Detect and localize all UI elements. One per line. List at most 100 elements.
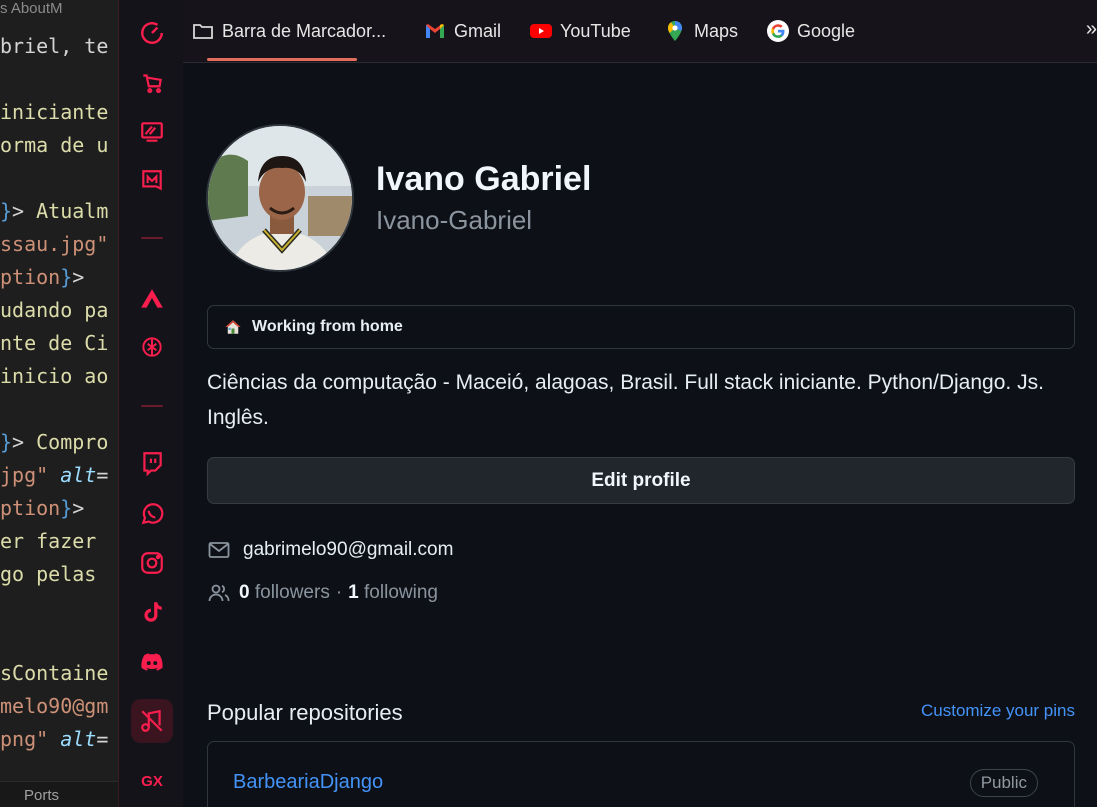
code-token: >: [72, 265, 85, 289]
code-token: briel, te: [0, 34, 109, 58]
discord-icon[interactable]: [137, 647, 167, 677]
aria-icon[interactable]: [137, 284, 167, 314]
maps-icon: [668, 21, 682, 41]
profile-bio: Ciências da computação - Maceió, alagoas…: [207, 371, 1044, 429]
visibility-badge: Public: [969, 769, 1038, 797]
code-line: ption}>: [0, 265, 84, 289]
folder-icon: [193, 24, 213, 39]
separator-dot: ·: [335, 582, 343, 603]
editor-tab[interactable]: s AboutM: [0, 0, 118, 22]
code-token: er fazer: [0, 529, 97, 553]
repo-card: BarbeariaDjango Public: [207, 741, 1075, 807]
code-token: sContaine: [0, 661, 109, 685]
sidebar-divider: [141, 237, 163, 239]
people-icon: [208, 584, 230, 602]
gx-corner-icon[interactable]: [137, 117, 167, 147]
opera-gx-sidebar: GX: [118, 0, 183, 807]
avatar-photo: [208, 126, 352, 270]
bookmark-folder[interactable]: Barra de Marcador...: [191, 18, 386, 44]
popular-repos-heading: Popular repositories: [207, 700, 403, 725]
code-line: nte de Ci: [0, 331, 108, 355]
folder-hover-underline: [207, 58, 357, 61]
ports-tab[interactable]: Ports: [0, 781, 118, 807]
ports-tab-label: Ports: [24, 787, 60, 804]
code-line: inicio ao: [0, 364, 108, 388]
code-token: alt: [60, 727, 97, 751]
code-line: orma de u: [0, 133, 108, 157]
whatsapp-icon[interactable]: [137, 499, 167, 529]
bookmark-youtube[interactable]: YouTube: [529, 18, 631, 44]
code-token: Atualm: [36, 199, 109, 223]
gmail-icon: [426, 24, 444, 38]
customize-pins-link[interactable]: Customize your pins: [921, 701, 1075, 721]
follow-stats: 0 followers · 1 following: [207, 581, 438, 605]
bookmark-label: YouTube: [560, 20, 631, 41]
email-text: gabrimelo90@gmail.com: [243, 539, 454, 560]
gx-mods-icon[interactable]: [137, 166, 167, 196]
code-line: iniciante: [0, 100, 108, 124]
chevron-double-right-icon: »: [1085, 18, 1097, 40]
speed-dial-icon[interactable]: [137, 18, 167, 48]
code-token: }: [60, 496, 73, 520]
code-token: ption: [0, 265, 61, 289]
code-line: er fazer: [0, 529, 96, 553]
tiktok-icon[interactable]: [137, 597, 167, 627]
code-token: alt: [60, 463, 97, 487]
code-token: png": [0, 727, 61, 751]
twitch-icon[interactable]: [137, 448, 167, 478]
code-line: png" alt=: [0, 727, 108, 751]
editor-tab-label: s AboutM: [0, 0, 63, 17]
gx-logo-text: GX: [141, 772, 163, 790]
followers-link[interactable]: 0 followers: [239, 582, 330, 604]
code-token: orma de u: [0, 133, 109, 157]
bookmark-label: Gmail: [454, 20, 502, 41]
code-token: >: [12, 199, 37, 223]
bookmark-google[interactable]: Google: [766, 18, 855, 44]
repo-name-link[interactable]: BarbeariaDjango: [233, 771, 383, 794]
music-player-icon[interactable]: [137, 706, 167, 736]
bookmarks-overflow-button[interactable]: »: [1086, 18, 1097, 41]
profile-name: Ivano Gabriel: [376, 160, 592, 198]
code-line: }> Atualm: [0, 199, 108, 223]
code-token: =: [96, 727, 109, 751]
shopping-icon[interactable]: [137, 67, 167, 97]
avatar[interactable]: [206, 124, 354, 272]
code-token: ssau.jpg": [0, 232, 109, 256]
code-line: ssau.jpg": [0, 232, 108, 256]
gx-logo-icon[interactable]: GX: [137, 766, 167, 796]
code-token: Compro: [36, 430, 109, 454]
code-line: udando pa: [0, 298, 108, 322]
mail-icon: [208, 542, 230, 558]
profile-email[interactable]: gabrimelo90@gmail.com: [207, 538, 453, 562]
code-line: briel, te: [0, 34, 108, 58]
code-token: >: [12, 430, 37, 454]
code-line: ption}>: [0, 496, 84, 520]
code-line: melo90@gm: [0, 694, 108, 718]
code-line: }> Compro: [0, 430, 108, 454]
status-button[interactable]: Working from home: [207, 305, 1075, 349]
code-token: }: [60, 265, 73, 289]
chatgpt-icon[interactable]: [137, 332, 167, 362]
code-token: inicio ao: [0, 364, 109, 388]
sidebar-divider: [141, 405, 163, 407]
instagram-icon[interactable]: [137, 548, 167, 578]
house-icon: [225, 320, 241, 334]
bookmarks-bar: Barra de Marcador... Gmail YouTube Maps …: [183, 0, 1097, 63]
following-label: following: [364, 582, 438, 603]
followers-label: followers: [254, 582, 330, 603]
bookmark-gmail[interactable]: Gmail: [423, 18, 501, 44]
code-token: }: [0, 430, 13, 454]
status-text: Working from home: [252, 318, 403, 335]
following-link[interactable]: 1 following: [348, 582, 438, 604]
code-token: =: [96, 463, 109, 487]
followers-count: 0: [239, 582, 250, 603]
code-token: >: [72, 496, 85, 520]
bookmark-maps[interactable]: Maps: [663, 18, 738, 44]
edit-profile-button[interactable]: Edit profile: [207, 457, 1075, 504]
code-line: go pelas: [0, 562, 96, 586]
code-line: sContaine: [0, 661, 108, 685]
google-icon: [767, 20, 789, 42]
profile-username: Ivano-Gabriel: [376, 205, 533, 235]
code-token: go pelas: [0, 562, 97, 586]
bookmark-label: Maps: [694, 20, 739, 41]
